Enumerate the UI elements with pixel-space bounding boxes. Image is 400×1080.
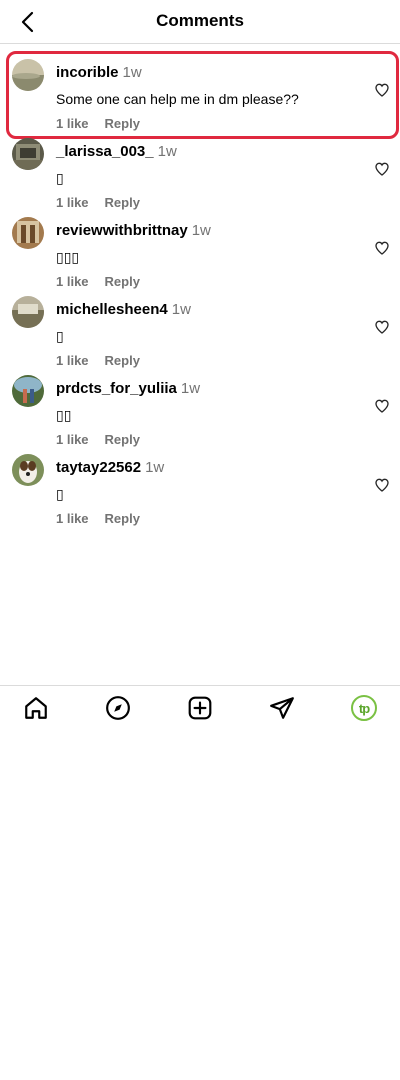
comment-username[interactable]: incorible [56, 64, 119, 81]
comment-username[interactable]: _larissa_003_ [56, 143, 154, 160]
comment-header: taytay22562 1w [56, 459, 164, 476]
comment-username[interactable]: taytay22562 [56, 459, 141, 476]
comment-time: 1w [122, 64, 142, 81]
reply-button[interactable]: Reply [105, 432, 140, 447]
comment-header: _larissa_003_ 1w [56, 143, 177, 160]
comment-header: prdcts_for_yuliia 1w [56, 380, 200, 397]
bottom-tab-bar: tp [0, 685, 400, 729]
tab-explore[interactable] [104, 694, 132, 722]
reply-button[interactable]: Reply [105, 195, 140, 210]
comment-item: incorible 1w Some one can help me in dm p… [0, 51, 400, 139]
comment-time: 1w [145, 459, 165, 476]
heart-icon[interactable] [374, 161, 390, 177]
comment-actions: 1 like Reply [56, 195, 156, 210]
avatar[interactable] [12, 217, 44, 249]
avatar[interactable] [12, 454, 44, 486]
comment-text: ▯ [56, 170, 64, 186]
like-count[interactable]: 1 like [56, 353, 89, 368]
heart-icon[interactable] [374, 240, 390, 256]
avatar[interactable] [12, 375, 44, 407]
avatar[interactable] [12, 138, 44, 170]
comments-list: incorible 1w Some one can help me in dm p… [0, 44, 400, 527]
comment-actions: 1 like Reply [56, 274, 156, 289]
like-count[interactable]: 1 like [56, 116, 89, 131]
tab-direct[interactable] [268, 694, 296, 722]
comment-text: ▯ [56, 486, 64, 502]
avatar[interactable] [12, 59, 44, 91]
profile-icon: tp [351, 695, 377, 721]
page-title: Comments [156, 11, 244, 30]
comment-actions: 1 like Reply [56, 353, 156, 368]
comment-header: incorible 1w [56, 64, 142, 81]
comment-time: 1w [180, 380, 201, 397]
heart-icon[interactable] [374, 477, 390, 493]
comment-actions: 1 like Reply [56, 116, 156, 131]
comment-text: Some one can help me in dm please?? [56, 91, 299, 107]
like-count[interactable]: 1 like [56, 195, 89, 210]
comment-header: michellesheen4 1w [56, 301, 191, 318]
create-icon [188, 696, 212, 720]
heart-icon[interactable] [374, 82, 390, 98]
comment-item: michellesheen4 1w ▯ 1 like Reply [0, 290, 400, 369]
home-icon [25, 697, 47, 719]
comment-username[interactable]: michellesheen4 [56, 301, 168, 318]
like-count[interactable]: 1 like [56, 274, 89, 289]
comment-item: prdcts_for_yuliia 1w ▯▯ 1 like Reply [0, 369, 400, 448]
reply-button[interactable]: Reply [105, 116, 140, 131]
comment-item: taytay22562 1w ▯ 1 like Reply [0, 448, 400, 527]
tab-profile[interactable]: tp [350, 694, 378, 722]
heart-icon[interactable] [374, 398, 390, 414]
tab-create[interactable] [186, 694, 214, 722]
profile-label: tp [358, 700, 370, 716]
comment-item: _larissa_003_ 1w ▯ 1 like Reply [0, 132, 400, 211]
comment-username[interactable]: reviewwithbrittnay [56, 222, 188, 239]
heart-icon[interactable] [374, 319, 390, 335]
avatar[interactable] [12, 296, 44, 328]
like-count[interactable]: 1 like [56, 432, 89, 447]
comment-username[interactable]: prdcts_for_yuliia [56, 380, 177, 397]
header: Comments [0, 0, 400, 44]
tab-home[interactable] [22, 694, 50, 722]
comment-text: ▯▯ [56, 407, 72, 423]
explore-icon [106, 696, 130, 720]
comment-time: 1w [191, 222, 211, 239]
comment-text: ▯ [56, 328, 64, 344]
like-count[interactable]: 1 like [56, 511, 89, 526]
comment-item: reviewwithbrittnay 1w ▯▯▯ 1 like Reply [0, 211, 400, 290]
reply-button[interactable]: Reply [105, 353, 140, 368]
comment-header: reviewwithbrittnay 1w [56, 222, 211, 239]
comment-actions: 1 like Reply [56, 432, 156, 447]
comment-time: 1w [157, 143, 177, 160]
comment-actions: 1 like Reply [56, 511, 156, 526]
reply-button[interactable]: Reply [105, 274, 140, 289]
comment-text: ▯▯▯ [56, 249, 80, 265]
comment-time: 1w [171, 301, 191, 318]
reply-button[interactable]: Reply [105, 511, 140, 526]
direct-icon [270, 697, 294, 719]
